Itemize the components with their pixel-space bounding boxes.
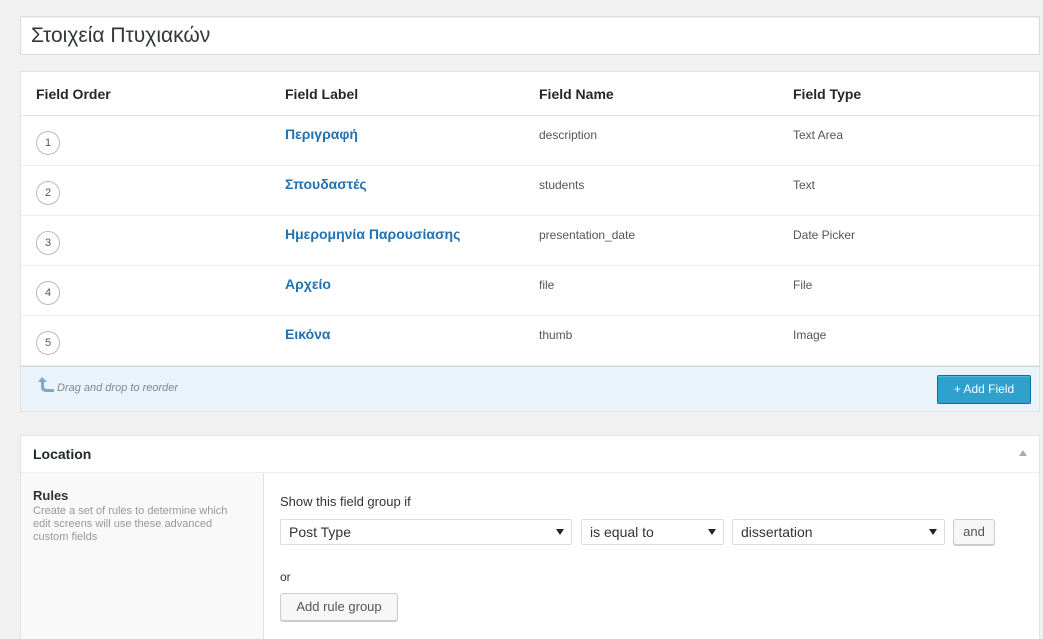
dropdown-arrow-icon: [708, 529, 716, 535]
header-field-order: Field Order: [36, 86, 111, 102]
collapse-toggle-icon[interactable]: [1019, 450, 1027, 456]
location-header: Location: [21, 436, 1039, 473]
and-button[interactable]: and: [953, 519, 995, 545]
field-label-link[interactable]: Αρχείο: [285, 276, 331, 292]
add-field-button[interactable]: + Add Field: [937, 375, 1031, 404]
table-row[interactable]: 3 Ημερομηνία Παρουσίασης presentation_da…: [21, 216, 1039, 266]
location-box: Location Rules Create a set of rules to …: [20, 435, 1040, 639]
dropdown-arrow-icon: [556, 529, 564, 535]
field-label-link[interactable]: Ημερομηνία Παρουσίασης: [285, 226, 460, 242]
add-rule-group-button[interactable]: Add rule group: [280, 593, 398, 621]
field-label-link[interactable]: Σπουδαστές: [285, 176, 367, 192]
field-name: students: [539, 178, 585, 192]
order-handle[interactable]: 2: [36, 181, 60, 205]
rule-param-select[interactable]: Post Type: [280, 519, 572, 545]
location-body: Rules Create a set of rules to determine…: [21, 473, 1039, 639]
rule-value-value: dissertation: [741, 524, 813, 540]
order-handle[interactable]: 3: [36, 231, 60, 255]
rules-description: Create a set of rules to determine which…: [33, 505, 228, 543]
or-label: or: [280, 570, 291, 584]
order-handle[interactable]: 1: [36, 131, 60, 155]
curved-arrow-icon: [38, 377, 54, 392]
table-row[interactable]: 4 Αρχείο file File: [21, 266, 1039, 316]
field-name: presentation_date: [539, 228, 636, 242]
field-label-link[interactable]: Περιγραφή: [285, 126, 358, 142]
rule-operator-select[interactable]: is equal to: [581, 519, 724, 545]
show-if-label: Show this field group if: [280, 494, 411, 509]
fields-table-footer: Drag and drop to reorder + Add Field: [21, 366, 1039, 411]
table-row[interactable]: 1 Περιγραφή description Text Area: [21, 116, 1039, 166]
field-type: File: [793, 278, 813, 292]
field-type: Text Area: [793, 128, 844, 142]
fields-table-header: Field Order Field Label Field Name Field…: [21, 72, 1039, 116]
field-name: description: [539, 128, 598, 142]
rules-title: Rules: [33, 488, 69, 503]
field-type: Image: [793, 328, 827, 342]
drag-hint: Drag and drop to reorder: [57, 382, 179, 394]
field-type: Text: [793, 178, 816, 192]
table-row[interactable]: 5 Εικόνα thumb Image: [21, 316, 1039, 366]
table-row[interactable]: 2 Σπουδαστές students Text: [21, 166, 1039, 216]
field-name: file: [539, 278, 555, 292]
header-field-type: Field Type: [793, 86, 862, 102]
field-label-link[interactable]: Εικόνα: [285, 326, 331, 342]
order-handle[interactable]: 5: [36, 331, 60, 355]
fields-table: Field Order Field Label Field Name Field…: [20, 71, 1040, 412]
rule-operator-value: is equal to: [590, 524, 654, 540]
field-name: thumb: [539, 328, 573, 342]
rule-value-select[interactable]: dissertation: [732, 519, 945, 545]
rules-sidebar: Rules Create a set of rules to determine…: [21, 473, 264, 639]
order-handle[interactable]: 4: [36, 281, 60, 305]
header-field-label: Field Label: [285, 86, 359, 102]
location-title: Location: [33, 446, 92, 462]
title-input[interactable]: Στοιχεία Πτυχιακών: [20, 16, 1040, 55]
header-field-name: Field Name: [539, 86, 614, 102]
dropdown-arrow-icon: [929, 529, 937, 535]
field-type: Date Picker: [793, 228, 856, 242]
rules-main: Show this field group if Post Type is eq…: [265, 473, 1039, 639]
rule-param-value: Post Type: [289, 524, 352, 540]
